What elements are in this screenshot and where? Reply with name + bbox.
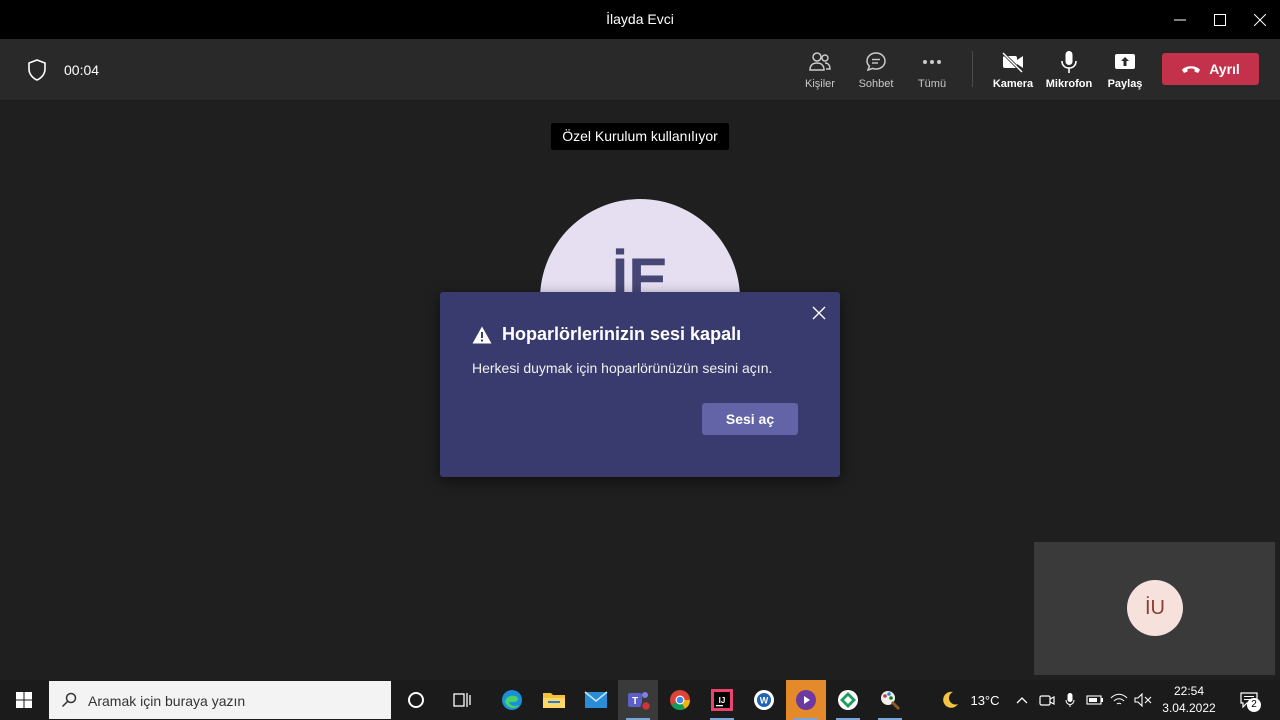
svg-text:W: W <box>760 696 769 706</box>
camera-off-icon <box>1001 51 1024 73</box>
task-view-button[interactable] <box>442 680 482 720</box>
folder-icon <box>543 693 565 708</box>
maximize-button[interactable] <box>1200 0 1240 39</box>
mail-icon <box>584 691 608 708</box>
wifi-icon <box>1110 693 1128 705</box>
diamond-app-icon <box>838 690 858 710</box>
tray-battery[interactable] <box>1084 680 1106 720</box>
edge-icon <box>502 690 522 710</box>
people-label: Kişiler <box>805 78 835 90</box>
hang-up-icon <box>1182 66 1201 73</box>
title-bar: İlayda Evci <box>0 0 1280 39</box>
weather-temperature[interactable]: 13°C <box>966 680 1004 720</box>
microphone-label: Mikrofon <box>1045 78 1093 90</box>
tray-network[interactable] <box>1108 680 1130 720</box>
weather-widget[interactable] <box>936 680 964 720</box>
dialog-close-icon[interactable] <box>811 305 827 321</box>
chevron-up-icon <box>1016 697 1028 704</box>
dialog-title: Hoparlörlerinizin sesi kapalı <box>502 324 742 344</box>
minimize-icon <box>1174 19 1186 20</box>
show-hidden-icons-button[interactable] <box>1012 680 1032 720</box>
taskbar-media-player[interactable] <box>786 680 826 720</box>
search-icon <box>61 692 77 708</box>
windows-taskbar: Aramak için buraya yazın T IJ W 13°C 22:… <box>0 680 1280 720</box>
share-button[interactable]: Paylaş <box>1097 49 1153 90</box>
taskbar-edge[interactable] <box>492 680 532 720</box>
notification-count-badge: 2 <box>1247 698 1261 712</box>
device-badge: Özel Kurulum kullanılıyor <box>551 123 729 150</box>
chrome-icon <box>670 690 691 711</box>
svg-text:IJ: IJ <box>719 696 726 705</box>
chat-icon <box>866 52 886 72</box>
task-view-icon <box>453 693 471 707</box>
moon-icon <box>943 691 958 708</box>
leave-label: Ayrıl <box>1209 61 1240 77</box>
warning-icon <box>472 326 492 343</box>
clock-time: 22:54 <box>1173 684 1205 698</box>
search-placeholder: Aramak için buraya yazın <box>88 693 246 709</box>
battery-icon <box>1086 695 1103 705</box>
clock-date: 3.04.2022 <box>1162 701 1216 715</box>
cortana-button[interactable] <box>396 680 436 720</box>
people-button[interactable]: Kişiler <box>792 49 848 90</box>
taskbar-paint[interactable] <box>870 680 910 720</box>
taskbar-clock[interactable]: 22:54 3.04.2022 <box>1156 683 1222 717</box>
speaker-muted-dialog: Hoparlörlerinizin sesi kapalı Herkesi du… <box>440 292 840 477</box>
volume-muted-icon <box>1134 693 1152 707</box>
svg-text:T: T <box>632 696 638 707</box>
shield-icon[interactable] <box>27 59 47 81</box>
more-icon <box>923 60 941 64</box>
camera-button[interactable]: Kamera <box>985 49 1041 90</box>
taskbar-teams[interactable]: T <box>618 680 658 720</box>
microphone-button[interactable]: Mikrofon <box>1041 49 1097 90</box>
window-title: İlayda Evci <box>606 11 674 27</box>
camera-label: Kamera <box>992 78 1034 90</box>
share-label: Paylaş <box>1107 78 1143 90</box>
taskbar-chrome[interactable] <box>660 680 700 720</box>
toolbar-divider <box>972 51 973 87</box>
chat-label: Sohbet <box>858 78 894 90</box>
more-label: Tümü <box>917 78 947 90</box>
more-button[interactable]: Tümü <box>904 49 960 90</box>
share-screen-icon <box>1115 54 1135 69</box>
taskbar-word-app[interactable]: W <box>744 680 784 720</box>
word-icon: W <box>754 690 774 710</box>
taskbar-mail[interactable] <box>576 680 616 720</box>
microphone-icon <box>1061 51 1077 73</box>
taskbar-intellij[interactable]: IJ <box>702 680 742 720</box>
paint-icon <box>881 691 901 711</box>
chat-button[interactable]: Sohbet <box>848 49 904 90</box>
start-button[interactable] <box>0 680 48 720</box>
media-player-icon <box>796 690 816 710</box>
taskbar-search-box[interactable]: Aramak için buraya yazın <box>49 681 391 719</box>
dialog-message: Herkesi duymak için hoparlörünüzün sesin… <box>472 360 773 376</box>
close-window-button[interactable] <box>1240 0 1280 39</box>
meet-now-icon <box>1039 695 1055 706</box>
meeting-timer: 00:04 <box>64 62 100 78</box>
leave-button[interactable]: Ayrıl <box>1162 53 1259 85</box>
close-icon <box>1254 13 1266 26</box>
maximize-icon <box>1214 13 1226 26</box>
taskbar-file-explorer[interactable] <box>534 680 574 720</box>
cortana-icon <box>408 692 424 708</box>
tray-meet-now[interactable] <box>1036 680 1058 720</box>
unmute-speaker-button[interactable]: Sesi aç <box>702 403 798 435</box>
tray-microphone[interactable] <box>1060 680 1080 720</box>
teams-icon: T <box>628 692 651 712</box>
intellij-icon: IJ <box>711 689 733 711</box>
self-avatar: İU <box>1127 580 1183 636</box>
tray-volume[interactable] <box>1132 680 1154 720</box>
minimize-button[interactable] <box>1160 0 1200 39</box>
self-view-tile: İU <box>1034 542 1275 675</box>
taskbar-app-green[interactable] <box>828 680 868 720</box>
people-icon <box>809 52 831 71</box>
meeting-toolbar: 00:04 Kişiler Sohbet Tümü Kamera Mikrofo… <box>0 39 1280 101</box>
windows-logo-icon <box>16 692 32 708</box>
tray-microphone-icon <box>1065 693 1075 707</box>
